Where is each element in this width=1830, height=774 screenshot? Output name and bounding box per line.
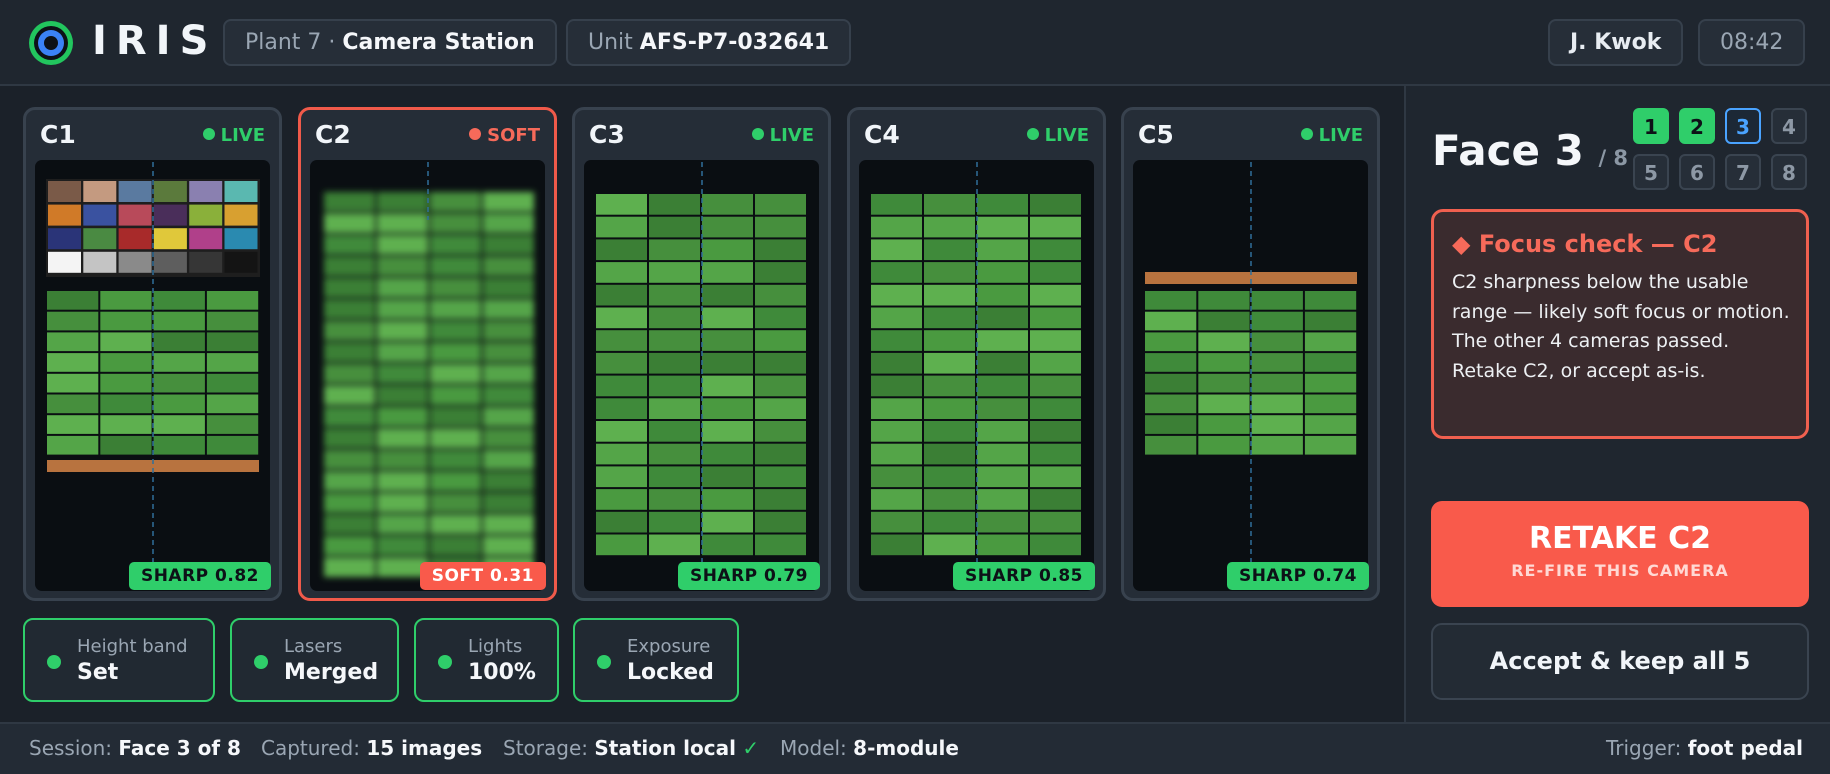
sharpness-badge: SHARP 0.74 — [1226, 562, 1369, 590]
camera-status: SOFT — [469, 125, 540, 146]
face-button-7[interactable]: 7 — [1725, 154, 1761, 190]
face-button-4[interactable]: 4 — [1771, 108, 1807, 144]
retake-sublabel: RE-FIRE THIS CAMERA — [1511, 561, 1729, 580]
chip-lasers: Lasers Merged — [230, 618, 399, 702]
footer-session: Session: Face 3 of 8 — [29, 736, 241, 760]
face-button-2[interactable]: 2 — [1679, 108, 1715, 144]
chip-key: Lights — [468, 636, 523, 657]
live-dot-icon — [751, 128, 764, 140]
footer-captured: Captured: 15 images — [261, 736, 483, 760]
sharpness-badge: SHARP 0.79 — [677, 562, 820, 590]
unit-pill: Unit AFS-P7-032641 — [566, 19, 852, 66]
camera-label: C5 — [1138, 120, 1174, 149]
camera-label: C3 — [589, 120, 625, 149]
camera-card-c4[interactable]: C4 LIVE SHARP 0.85 — [847, 107, 1106, 601]
live-dot-icon — [1300, 128, 1313, 140]
live-dot-icon — [202, 128, 215, 140]
camera-card-c5[interactable]: C5 LIVE SHARP 0.74 — [1121, 107, 1380, 601]
focus-alert-heading: ◆ Focus check — C2 — [1452, 230, 1718, 258]
footer-storage: Storage: Station local ✓ — [503, 736, 760, 760]
user-button[interactable]: J. Kwok — [1548, 19, 1684, 66]
chip-value: Locked — [627, 660, 714, 685]
face-button-1[interactable]: 1 — [1633, 108, 1669, 144]
camera-view — [1133, 160, 1368, 591]
camera-view — [310, 160, 545, 591]
camera-status: LIVE — [1026, 125, 1089, 146]
camera-view — [859, 160, 1094, 591]
footer-trigger: Trigger: foot pedal — [1606, 736, 1803, 760]
focus-alert: ◆ Focus check — C2 C2 sharpness below th… — [1431, 209, 1809, 439]
sharpness-badge: SHARP 0.82 — [128, 562, 271, 590]
location-prefix: Plant 7 · — [245, 30, 336, 55]
status-footer: Session: Face 3 of 8 Captured: 15 images… — [0, 722, 1830, 774]
chip-key: Exposure — [627, 636, 711, 657]
face-title: Face 3 / 8 — [1432, 126, 1629, 175]
sharpness-badge: SOFT 0.31 — [419, 562, 546, 590]
chip-key: Height band — [77, 636, 188, 657]
right-panel: Face 3 / 8 1 2 3 4 5 6 7 8 ◆ Focus check… — [1404, 86, 1830, 722]
camera-image — [596, 162, 806, 589]
face-button-6[interactable]: 6 — [1679, 154, 1715, 190]
camera-status: LIVE — [751, 125, 814, 146]
camera-image — [46, 162, 260, 589]
camera-label: C2 — [315, 120, 351, 149]
chip-value: Merged — [284, 660, 379, 685]
camera-label: C1 — [40, 120, 76, 149]
footer-model: Model: 8-module — [780, 736, 959, 760]
camera-view — [584, 160, 819, 591]
chip-value: 100% — [468, 660, 536, 685]
focus-alert-body: C2 sharpness below the usable range — li… — [1452, 271, 1790, 382]
top-bar: IRIS Plant 7 · Camera Station Unit AFS-P… — [0, 0, 1830, 86]
camera-image — [871, 162, 1081, 589]
camera-image — [1145, 162, 1357, 589]
iris-logo-icon — [29, 21, 73, 65]
live-dot-icon — [1026, 128, 1039, 140]
alert-dot-icon — [469, 128, 482, 140]
brand-name: IRIS — [92, 18, 218, 64]
camera-view — [35, 160, 270, 591]
chip-value: Set — [77, 660, 119, 685]
sharpness-badge: SHARP 0.85 — [952, 562, 1095, 590]
camera-card-c1[interactable]: C1 LIVE SHARP 0.82 — [23, 107, 282, 601]
chip-key: Lasers — [284, 636, 343, 657]
unit-prefix: Unit — [588, 30, 633, 55]
ok-dot-icon — [597, 655, 611, 669]
camera-image — [324, 162, 534, 577]
face-button-3[interactable]: 3 — [1725, 108, 1761, 144]
unit-id: AFS-P7-032641 — [639, 30, 830, 55]
camera-card-c2[interactable]: C2 SOFT SOFT 0.31 — [298, 107, 557, 601]
chip-lights: Lights 100% — [414, 618, 559, 702]
camera-status: LIVE — [1300, 125, 1363, 146]
location-pill: Plant 7 · Camera Station — [223, 19, 557, 66]
retake-label: RETAKE C2 — [1528, 521, 1712, 556]
camera-card-c3[interactable]: C3 LIVE SHARP 0.79 — [572, 107, 831, 601]
chip-height-band: Height band Set — [23, 618, 215, 702]
clock: 08:42 — [1698, 19, 1806, 66]
face-total: / 8 — [1598, 146, 1629, 170]
ok-dot-icon — [254, 655, 268, 669]
ok-dot-icon — [438, 655, 452, 669]
accept-button[interactable]: Accept & keep all 5 — [1431, 623, 1809, 700]
face-button-5[interactable]: 5 — [1633, 154, 1669, 190]
face-button-8[interactable]: 8 — [1771, 154, 1807, 190]
check-icon: ✓ — [742, 736, 760, 760]
camera-label: C4 — [864, 120, 900, 149]
camera-status: LIVE — [202, 125, 265, 146]
retake-button[interactable]: RETAKE C2 RE-FIRE THIS CAMERA — [1431, 501, 1809, 607]
chip-exposure: Exposure Locked — [573, 618, 739, 702]
location-name: Camera Station — [342, 30, 535, 55]
ok-dot-icon — [47, 655, 61, 669]
